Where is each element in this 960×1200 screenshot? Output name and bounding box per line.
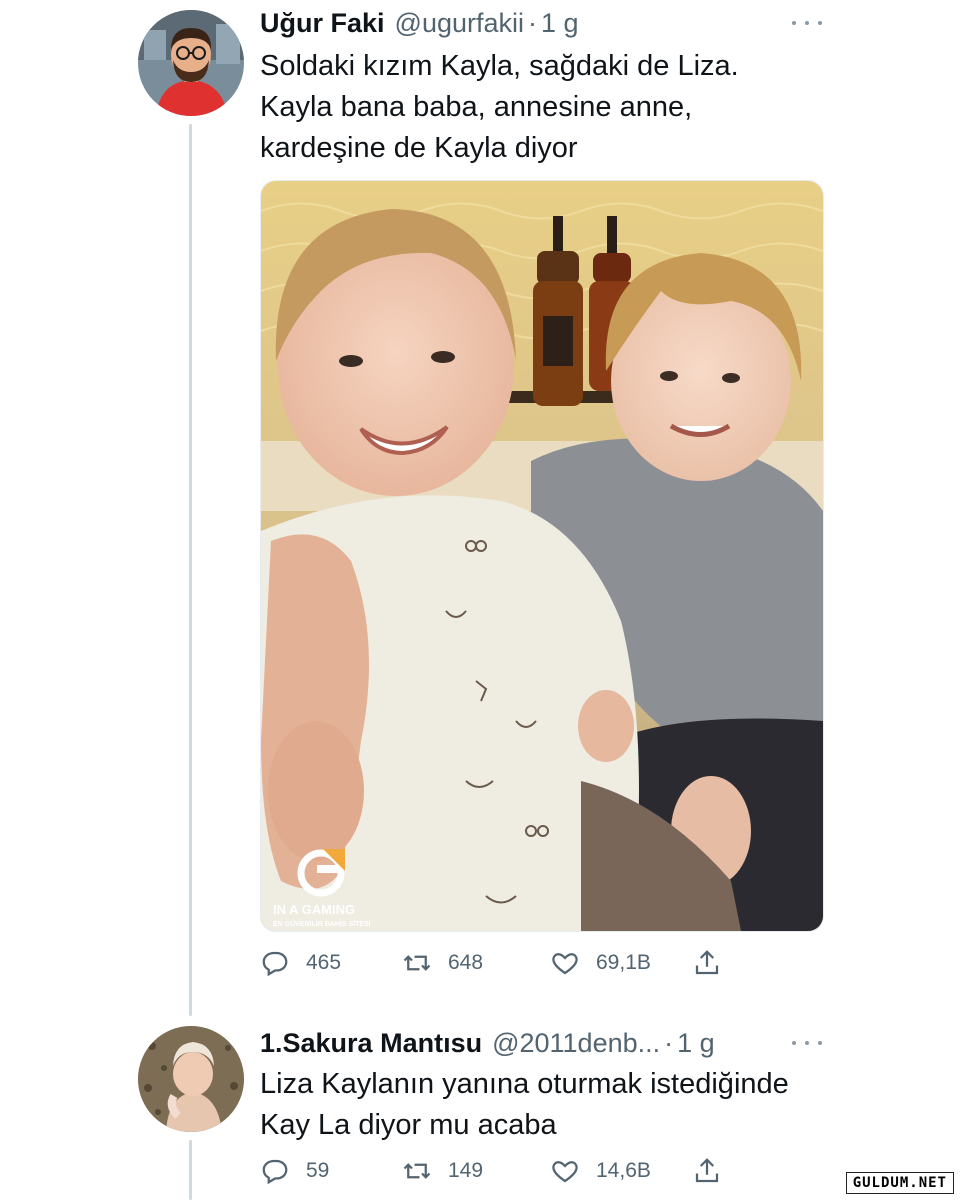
reply-author-name[interactable]: 1.Sakura Mantısu — [260, 1026, 482, 1060]
reply-like-button[interactable]: 14,6B — [550, 1156, 651, 1186]
share-icon — [695, 950, 719, 975]
author-name[interactable]: Uğur Faki — [260, 6, 385, 40]
tweet-photo[interactable]: IN A GAMING EN GÜVENİLİR BAHİS SİTESİ — [260, 180, 824, 932]
reply-header: 1.Sakura Mantısu @2011denb... · 1 g — [260, 1026, 715, 1060]
reply-text-line: Kay La diyor mu acaba — [260, 1109, 557, 1141]
reply-text-line: Liza Kaylanın yanına oturmak istediğinde — [260, 1068, 789, 1100]
tweet-text-line: Soldaki kızım Kayla, sağdaki de Liza. — [260, 50, 739, 82]
retweet-count: 648 — [448, 951, 484, 974]
tweet-text: Soldaki kızım Kayla, sağdaki de Liza. Ka… — [260, 46, 739, 169]
reply-text: Liza Kaylanın yanına oturmak istediğinde… — [260, 1064, 789, 1146]
reply-icon — [262, 951, 288, 977]
author-handle[interactable]: @ugurfakii — [395, 6, 524, 40]
like-count: 14,6B — [596, 1159, 651, 1182]
timestamp[interactable]: 1 g — [541, 6, 579, 40]
retweet-icon — [403, 955, 431, 971]
like-icon — [552, 953, 578, 975]
reply-retweet-button[interactable]: 149 — [402, 1156, 483, 1186]
avatar[interactable] — [138, 10, 244, 116]
thread-line-top — [189, 124, 192, 1016]
reply-reply-button[interactable]: 59 — [260, 1156, 329, 1186]
reply-count: 465 — [306, 951, 342, 974]
reply-count: 59 — [306, 1159, 330, 1182]
tweet-header: Uğur Faki @ugurfakii · 1 g — [260, 6, 579, 40]
reply-icon — [262, 1159, 288, 1185]
retweet-count: 149 — [448, 1159, 484, 1182]
share-icon — [695, 1158, 719, 1183]
more-icon[interactable] — [792, 18, 822, 28]
separator-dot: · — [664, 1028, 674, 1058]
tweet-text-line: kardeşine de Kayla diyor — [260, 132, 578, 164]
like-icon — [552, 1161, 578, 1183]
tweet-actions: 465 648 69,1B — [260, 948, 760, 980]
tweet-text-line: Kayla bana baba, annesine anne, — [260, 91, 693, 123]
reply-author-handle[interactable]: @2011denb... — [492, 1026, 660, 1060]
media-logo-subtext: EN GÜVENİLİR BAHİS SİTESİ — [273, 919, 371, 928]
watermark: GULDUM.NET — [845, 1172, 954, 1194]
like-button[interactable]: 69,1B — [550, 948, 651, 978]
reply-actions: 59 149 14,6B — [260, 1156, 760, 1188]
reply-avatar[interactable] — [138, 1026, 244, 1132]
reply-share-button[interactable] — [692, 1156, 722, 1186]
reply-timestamp[interactable]: 1 g — [677, 1026, 715, 1060]
thread-line-bottom — [189, 1140, 192, 1200]
like-count: 69,1B — [596, 951, 651, 974]
reply-button[interactable]: 465 — [260, 948, 341, 978]
retweet-icon — [403, 1163, 431, 1179]
share-button[interactable] — [692, 948, 722, 978]
reply-more-icon[interactable] — [792, 1038, 822, 1048]
retweet-button[interactable]: 648 — [402, 948, 483, 978]
separator-dot: · — [528, 8, 537, 38]
media-logo-text: IN A GAMING — [273, 902, 355, 917]
